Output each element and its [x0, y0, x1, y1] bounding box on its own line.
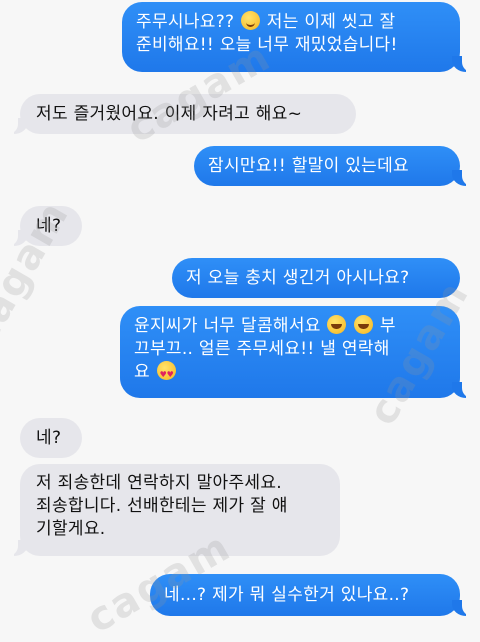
message-bubble-sent[interactable]: 윤지씨가 너무 달콤해서요 부 끄부끄.. 얼른 주무세요!! 낼 연락해 요 [120, 306, 460, 398]
bubble-tail [452, 168, 476, 186]
bubble-tail [452, 54, 476, 72]
laughing-emoji-icon [354, 315, 374, 334]
message-bubble-sent[interactable]: 주무시나요?? 저는 이제 씻고 잘 준비해요!! 오늘 너무 재밌었습니다! [122, 2, 460, 72]
bubble-tail [452, 598, 476, 616]
message-text: 저도 즐거웠어요. 이제 자려고 해요~ [36, 104, 303, 124]
message-text: 저 오늘 충치 생긴거 아시나요? [186, 268, 410, 288]
message-bubble-received[interactable]: 네? [20, 206, 82, 246]
message-text: 윤지씨가 너무 달콤해서요 [134, 316, 327, 336]
smiling-face-emoji-icon [241, 11, 261, 30]
bubble-tail [4, 116, 28, 134]
laughing-emoji-icon [327, 315, 347, 334]
message-text: 네...? 제가 뭐 실수한거 있나요..? [164, 585, 410, 605]
message-bubble-received[interactable]: 네? [20, 418, 82, 458]
bubble-tail [452, 380, 476, 398]
message-thread: 주무시나요?? 저는 이제 씻고 잘 준비해요!! 오늘 너무 재밌었습니다! … [0, 0, 480, 642]
message-bubble-sent[interactable]: 네...? 제가 뭐 실수한거 있나요..? [150, 574, 460, 616]
message-bubble-sent[interactable]: 저 오늘 충치 생긴거 아시나요? [172, 258, 460, 298]
message-text: 잠시만요!! 할말이 있는데요 [208, 156, 409, 176]
bubble-tail [4, 228, 28, 246]
message-text: 네? [36, 216, 62, 236]
message-bubble-received[interactable]: 저 죄송한데 연락하지 말아주세요. 죄송합니다. 선배한테는 제가 잘 얘 기… [20, 464, 340, 556]
message-text: 저 죄송한데 연락하지 말아주세요. 죄송합니다. 선배한테는 제가 잘 얘 기… [36, 473, 288, 539]
message-bubble-received[interactable]: 저도 즐거웠어요. 이제 자려고 해요~ [20, 94, 356, 134]
heart-eyes-emoji-icon [156, 361, 176, 386]
message-bubble-sent[interactable]: 잠시만요!! 할말이 있는데요 [194, 146, 460, 186]
message-text: 네? [36, 428, 62, 448]
bubble-tail [4, 538, 28, 556]
message-text: 주무시나요?? [136, 12, 241, 32]
